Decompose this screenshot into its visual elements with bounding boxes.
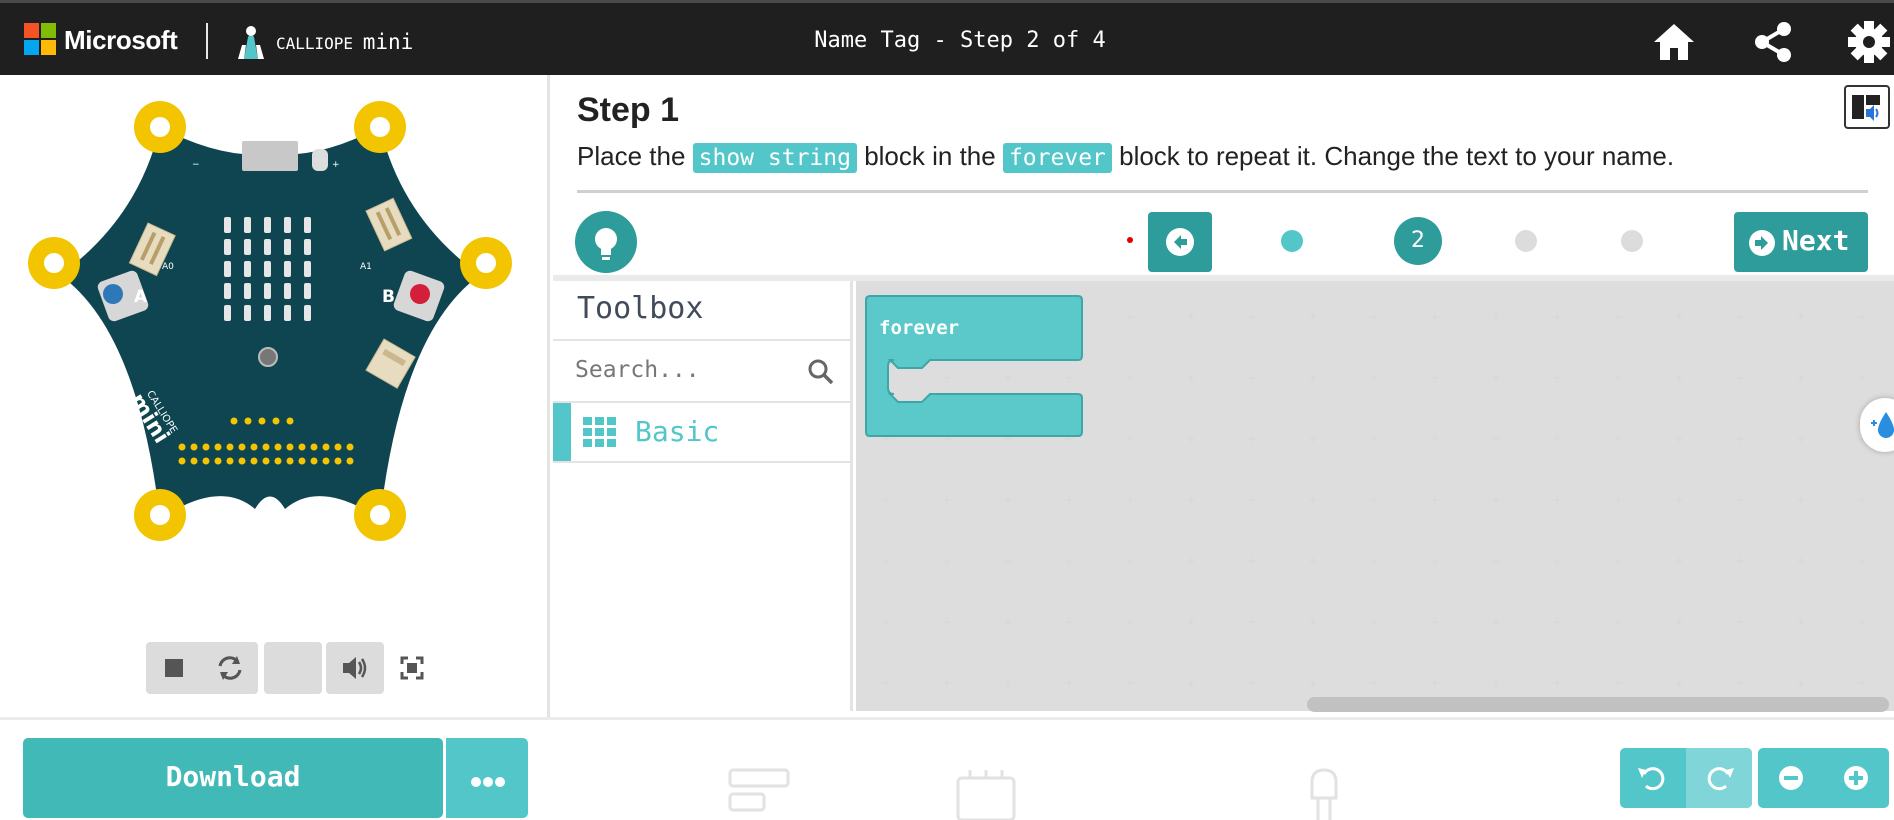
fullscreen-icon[interactable] (384, 642, 440, 694)
undo-icon[interactable] (1620, 748, 1686, 808)
error-indicator (1127, 237, 1133, 243)
label-pin-3: 3 (454, 362, 460, 372)
step-title: Step 1 (577, 91, 680, 129)
top-bar: Microsoft CALLIOPE mini Name Tag - Step … (0, 0, 1894, 75)
label-a1: A1 (360, 262, 372, 272)
board-body (60, 127, 480, 519)
forever-block[interactable] (864, 294, 1084, 438)
blocks-view-icon (728, 768, 790, 812)
label-button-b: B (382, 287, 395, 307)
share-icon[interactable] (1748, 17, 1798, 67)
label-pin-0: 0 (74, 362, 80, 372)
simulator-pane: − + A0 A1 0 3 1 2 A B CALLIOPE mini (0, 75, 550, 720)
step-dot-3[interactable] (1515, 230, 1537, 252)
search-icon[interactable] (806, 357, 836, 387)
grid-icon (583, 417, 616, 447)
product-prefix: CALLIOPE (276, 34, 354, 53)
more-dots-icon (471, 777, 505, 787)
immersive-reader-icon (1852, 95, 1880, 121)
header-divider (206, 23, 208, 59)
next-step-button[interactable]: Next (1734, 212, 1868, 272)
calliope-board-simulator[interactable]: − + A0 A1 0 3 1 2 A B CALLIOPE mini (20, 99, 520, 559)
tutorial-divider (577, 190, 1868, 193)
previous-step-button[interactable] (1148, 212, 1212, 272)
zoom-out-icon[interactable] (1758, 748, 1824, 808)
tutorial-panel: Step 1 Place the show string block in th… (553, 75, 1894, 283)
label-pin-2: 2 (334, 512, 340, 522)
led-icon (1310, 768, 1338, 820)
label-plus: + (332, 160, 340, 170)
forever-block-label: forever (879, 317, 960, 339)
footer-bar: Download (0, 717, 1894, 820)
redo-icon[interactable] (1686, 748, 1752, 808)
arrow-right-circle-icon (1749, 230, 1775, 256)
instruction-text: block in the (856, 141, 1003, 171)
download-more-button[interactable] (446, 738, 528, 818)
step-dot-1[interactable] (1281, 230, 1303, 252)
settings-gear-icon[interactable] (1844, 17, 1894, 67)
immersive-reader-button[interactable] (1844, 85, 1890, 129)
hint-lightbulb-button[interactable] (575, 211, 637, 273)
chip-icon (956, 770, 1016, 820)
block-chip-show-string: show string (692, 143, 857, 173)
home-icon[interactable] (1649, 17, 1699, 67)
label-a0: A0 (162, 262, 174, 272)
project-title: Name Tag - Step 2 of 4 (814, 28, 1106, 53)
step-dot-current[interactable]: 2 (1394, 217, 1442, 265)
product-name: CALLIOPE mini (276, 30, 413, 54)
workspace-horizontal-scrollbar[interactable] (1307, 697, 1889, 712)
instruction-text: Place the (577, 141, 693, 171)
brand-name: Microsoft (64, 25, 178, 55)
calliope-logo-icon (238, 26, 264, 59)
water-drop-extension-button[interactable] (1860, 398, 1894, 452)
label-minus: − (192, 160, 200, 170)
category-label: Basic (635, 415, 720, 448)
step-instructions: Place the show string block in the forev… (577, 141, 1675, 173)
download-button[interactable]: Download (23, 738, 443, 818)
label-button-a: A (134, 287, 148, 307)
zoom-in-icon[interactable] (1823, 748, 1889, 808)
block-chip-forever: forever (1002, 143, 1112, 173)
water-drop-icon (1871, 412, 1894, 438)
microsoft-logo-icon (24, 23, 56, 56)
stop-icon[interactable] (146, 642, 202, 694)
toolbox: Toolbox Basic (553, 281, 853, 711)
download-label: Download (165, 760, 301, 793)
toolbox-category-basic[interactable]: Basic (553, 403, 853, 461)
toolbox-title: Toolbox (577, 291, 704, 326)
product-suffix: mini (362, 30, 414, 54)
arrow-left-circle-icon (1166, 228, 1194, 256)
mute-sound-icon[interactable] (327, 642, 383, 694)
label-pin-1: 1 (194, 512, 200, 522)
step-dot-4[interactable] (1621, 230, 1643, 252)
toolbox-search-input[interactable] (575, 357, 775, 383)
next-label: Next (1782, 224, 1850, 257)
lightbulb-icon (595, 228, 617, 260)
instruction-text: block to repeat it. Change the text to y… (1111, 141, 1675, 171)
restart-icon[interactable] (202, 642, 258, 694)
